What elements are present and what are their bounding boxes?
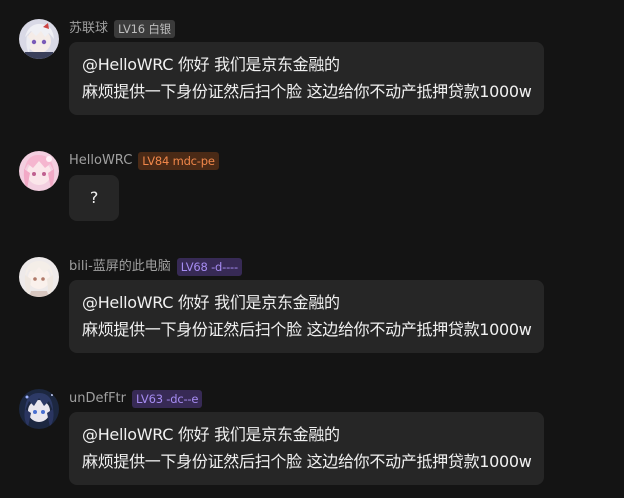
avatar[interactable]: [19, 151, 59, 191]
message-text-line: @HelloWRC 你好 我们是京东金融的: [82, 425, 340, 444]
avatar-image: [19, 19, 59, 59]
message-text-line: ?: [89, 188, 99, 207]
message-header: bili-蓝屏的此电脑 LV68 -d----: [69, 257, 242, 277]
avatar[interactable]: [19, 19, 59, 59]
username[interactable]: bili-蓝屏的此电脑: [69, 258, 171, 276]
message-text-line: 麻烦提供一下身份证然后扫个脸 这边给你不动产抵押贷款1000w: [82, 320, 532, 339]
avatar-image: [19, 151, 59, 191]
message-text-line: @HelloWRC 你好 我们是京东金融的: [82, 293, 340, 312]
message-text-line: 麻烦提供一下身份证然后扫个脸 这边给你不动产抵押贷款1000w: [82, 82, 532, 101]
avatar[interactable]: [19, 389, 59, 429]
message-bubble[interactable]: @HelloWRC 你好 我们是京东金融的 麻烦提供一下身份证然后扫个脸 这边给…: [69, 280, 544, 353]
level-badge: LV68 -d----: [176, 258, 242, 276]
message-bubble[interactable]: @HelloWRC 你好 我们是京东金融的 麻烦提供一下身份证然后扫个脸 这边给…: [69, 42, 544, 115]
message-text-line: @HelloWRC 你好 我们是京东金融的: [82, 55, 340, 74]
username[interactable]: HelloWRC: [69, 152, 132, 170]
username[interactable]: 苏联球: [69, 20, 108, 38]
username[interactable]: unDefFtr: [69, 390, 126, 408]
message-header: HelloWRC LV84 mdc-pe: [69, 151, 219, 171]
message-header: unDefFtr LV63 -dc--e: [69, 389, 203, 409]
message-bubble[interactable]: ?: [69, 175, 119, 221]
message-text-line: 麻烦提供一下身份证然后扫个脸 这边给你不动产抵押贷款1000w: [82, 452, 532, 471]
level-badge: LV63 -dc--e: [131, 390, 203, 408]
level-badge: LV16 白银: [114, 20, 175, 38]
avatar-image: [19, 389, 59, 429]
level-badge: LV84 mdc-pe: [138, 152, 219, 170]
message-header: 苏联球 LV16 白银: [69, 19, 175, 39]
avatar-image: [19, 257, 59, 297]
avatar[interactable]: [19, 257, 59, 297]
message-bubble[interactable]: @HelloWRC 你好 我们是京东金融的 麻烦提供一下身份证然后扫个脸 这边给…: [69, 412, 544, 485]
